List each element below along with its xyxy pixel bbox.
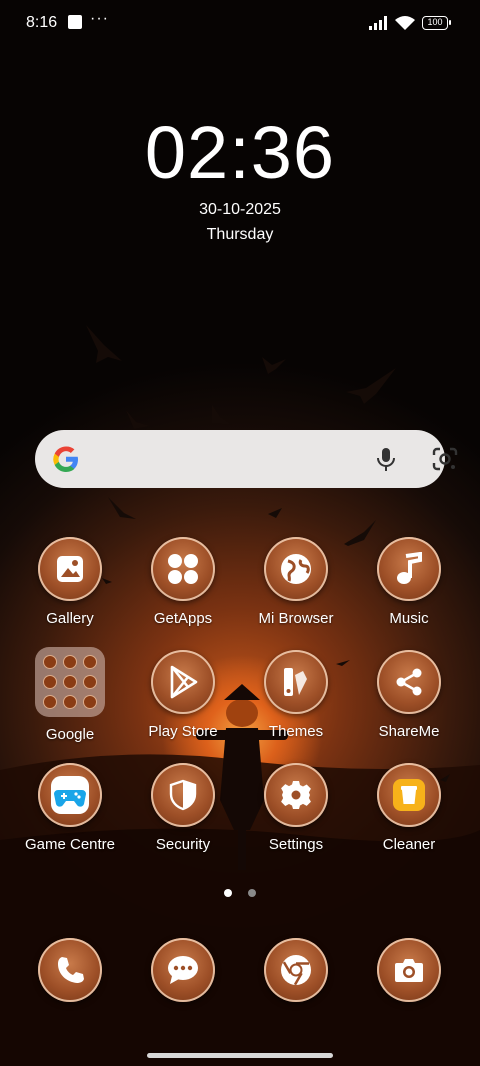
gear-icon	[264, 763, 328, 827]
folder-app-icon	[63, 675, 77, 689]
folder-app-icon	[63, 695, 77, 709]
microphone-icon[interactable]	[373, 446, 399, 472]
app-label: Mi Browser	[258, 610, 334, 627]
app-cleaner[interactable]: Cleaner	[354, 763, 464, 853]
gamepad-icon	[38, 763, 102, 827]
trash-can-icon	[377, 763, 441, 827]
messages-icon	[151, 938, 215, 1002]
app-play-store[interactable]: Play Store	[128, 650, 238, 740]
app-label: ShareMe	[378, 723, 440, 740]
themes-icon	[264, 650, 328, 714]
signal-icon	[369, 16, 387, 30]
phone-icon	[38, 938, 102, 1002]
chrome-icon	[264, 938, 328, 1002]
app-label: Gallery	[46, 610, 94, 627]
more-notifications-icon: ···	[90, 10, 109, 27]
app-label: GetApps	[153, 610, 213, 627]
page-indicator[interactable]	[0, 884, 480, 902]
globe-icon	[264, 537, 328, 601]
folder-app-icon	[43, 695, 57, 709]
dock-camera-button[interactable]	[354, 938, 464, 1002]
google-g-icon	[53, 446, 78, 473]
camera-icon	[377, 938, 441, 1002]
folder-app-icon	[63, 655, 77, 669]
app-shareme[interactable]: ShareMe	[354, 650, 464, 740]
app-settings[interactable]: Settings	[241, 763, 351, 853]
share-icon	[377, 650, 441, 714]
page-dot-active	[223, 889, 232, 897]
status-bar: 8:16 ··· 100	[0, 0, 480, 48]
app-label: Cleaner	[382, 836, 436, 853]
app-label: Settings	[268, 836, 324, 853]
folder-app-icon	[83, 675, 97, 689]
app-music[interactable]: Music	[354, 537, 464, 627]
app-label: Play Store	[148, 723, 218, 740]
app-game-centre[interactable]: Game Centre	[15, 763, 125, 853]
date-label: 30-10-2025	[199, 201, 281, 218]
play-store-icon	[151, 650, 215, 714]
app-label: Security	[155, 836, 211, 853]
app-label: Game Centre	[24, 836, 116, 853]
page-dot	[248, 889, 257, 897]
app-mi-browser[interactable]: Mi Browser	[241, 537, 351, 627]
google-lens-icon[interactable]	[431, 446, 459, 472]
app-themes[interactable]: Themes	[241, 650, 351, 740]
dock-chrome-button[interactable]	[241, 938, 351, 1002]
google-search-bar[interactable]	[35, 430, 458, 488]
app-security[interactable]: Security	[128, 763, 238, 853]
folder-app-icon	[43, 655, 57, 669]
folder-app-icon	[83, 655, 97, 669]
app-label: Google	[45, 726, 95, 743]
dock-phone-button[interactable]	[15, 938, 125, 1002]
app-google[interactable]: Google	[15, 647, 125, 743]
music-note-icon	[377, 537, 441, 601]
gallery-icon	[38, 537, 102, 601]
gesture-bar[interactable]	[147, 1053, 333, 1058]
getapps-icon	[151, 537, 215, 601]
app-label: Music	[389, 610, 429, 627]
app-gallery[interactable]: Gallery	[15, 537, 125, 627]
app-label: Themes	[268, 723, 324, 740]
folder-app-icon	[43, 675, 57, 689]
app-getapps[interactable]: GetApps	[128, 537, 238, 627]
status-time: 8:16	[26, 14, 58, 31]
day-label: Thursday	[206, 226, 274, 243]
shield-icon	[151, 763, 215, 827]
folder-app-icon	[83, 695, 97, 709]
wifi-icon	[395, 16, 415, 30]
battery-icon: 100	[422, 16, 451, 30]
dock-messages-button[interactable]	[128, 938, 238, 1002]
folder-icon	[35, 647, 105, 717]
notification-icon	[68, 15, 82, 29]
clock-widget[interactable]: 02:36	[0, 110, 480, 195]
